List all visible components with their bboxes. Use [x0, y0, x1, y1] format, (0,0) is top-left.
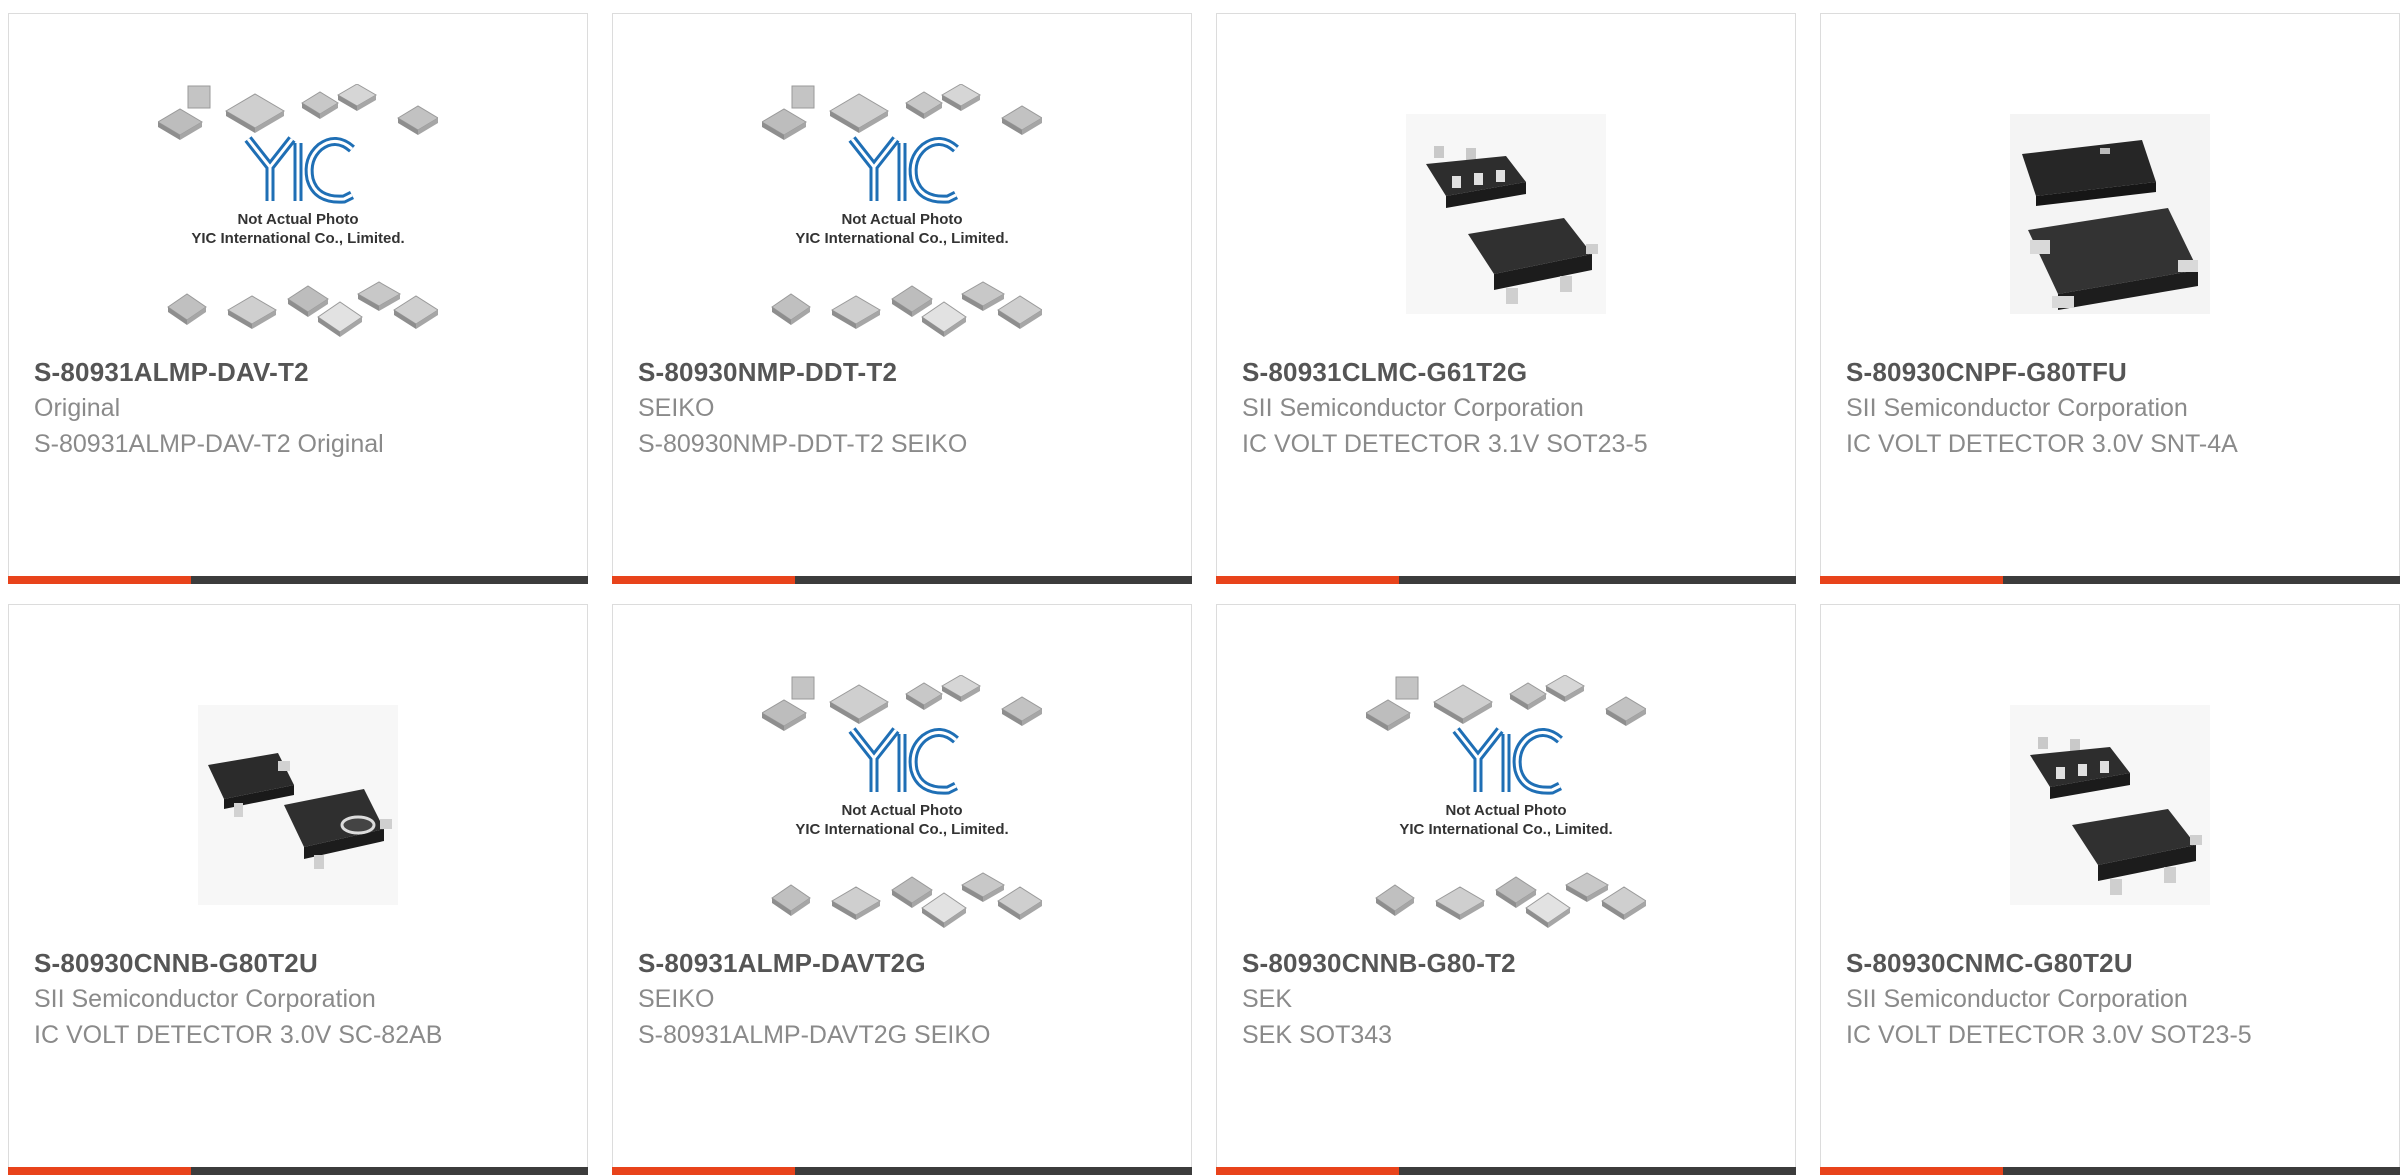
- placeholder-image: Not Actual Photo YIC International Co., …: [762, 84, 1042, 337]
- manufacturer: SII Semiconductor Corporation: [34, 985, 376, 1013]
- description: SEK SOT343: [1242, 1021, 1393, 1049]
- part-number[interactable]: S-80930CNPF-G80TFU: [1846, 354, 2266, 390]
- product-card[interactable]: S-80931CLMC-G61T2G SII Semiconductor Cor…: [1216, 13, 1796, 584]
- product-info: S-80930CNNB-G80-T2 SEK SEK SOT343: [1242, 945, 1662, 1053]
- placeholder-image: Not Actual Photo YIC International Co., …: [158, 84, 438, 337]
- product-card[interactable]: S-80930CNNB-G80T2U SII Semiconductor Cor…: [8, 604, 588, 1175]
- yic-logo-icon: [244, 136, 355, 204]
- product-card[interactable]: Not Actual Photo YIC International Co., …: [1216, 604, 1796, 1175]
- card-accent-bar: [612, 1167, 795, 1175]
- card-bottom-bar: [612, 576, 1192, 584]
- manufacturer: SII Semiconductor Corporation: [1242, 394, 1584, 422]
- placeholder-text-1: Not Actual Photo: [237, 211, 358, 228]
- placeholder-text-1: Not Actual Photo: [1445, 802, 1566, 819]
- sc-82ab-package-image: [198, 705, 398, 905]
- sot23-5-package-image: [1406, 114, 1606, 314]
- product-info: S-80931ALMP-DAVT2G SEIKO S-80931ALMP-DAV…: [638, 945, 1058, 1053]
- card-bottom-bar: [8, 1167, 588, 1175]
- card-accent-bar: [1216, 576, 1399, 584]
- card-bottom-bar: [8, 576, 588, 584]
- manufacturer: SII Semiconductor Corporation: [1846, 394, 2188, 422]
- product-image[interactable]: Not Actual Photo YIC International Co., …: [1217, 665, 1795, 945]
- product-info: S-80930CNNB-G80T2U SII Semiconductor Cor…: [34, 945, 454, 1053]
- placeholder-text-2: YIC International Co., Limited.: [1399, 821, 1612, 838]
- yic-logo-icon: [848, 136, 959, 204]
- product-image[interactable]: Not Actual Photo YIC International Co., …: [613, 74, 1191, 354]
- card-bottom-bar: [612, 1167, 1192, 1175]
- description: IC VOLT DETECTOR 3.0V SC-82AB: [34, 1021, 443, 1049]
- card-accent-bar: [8, 1167, 191, 1175]
- card-bottom-bar: [1820, 1167, 2400, 1175]
- product-image[interactable]: [1821, 74, 2399, 354]
- product-card[interactable]: S-80930CNMC-G80T2U SII Semiconductor Cor…: [1820, 604, 2400, 1175]
- product-info: S-80930CNMC-G80T2U SII Semiconductor Cor…: [1846, 945, 2266, 1053]
- card-bottom-bar: [1820, 576, 2400, 584]
- placeholder-text-2: YIC International Co., Limited.: [795, 230, 1008, 247]
- part-number[interactable]: S-80931ALMP-DAVT2G: [638, 945, 1058, 981]
- part-number[interactable]: S-80931CLMC-G61T2G: [1242, 354, 1662, 390]
- product-image[interactable]: Not Actual Photo YIC International Co., …: [9, 74, 587, 354]
- product-card[interactable]: Not Actual Photo YIC International Co., …: [8, 13, 588, 584]
- description: IC VOLT DETECTOR 3.0V SNT-4A: [1846, 430, 2238, 458]
- placeholder-text-1: Not Actual Photo: [841, 802, 962, 819]
- description: S-80931ALMP-DAVT2G SEIKO: [638, 1021, 991, 1049]
- manufacturer: SII Semiconductor Corporation: [1846, 985, 2188, 1013]
- placeholder-text-2: YIC International Co., Limited.: [191, 230, 404, 247]
- product-info: S-80930NMP-DDT-T2 SEIKO S-80930NMP-DDT-T…: [638, 354, 1058, 462]
- manufacturer: SEIKO: [638, 985, 715, 1013]
- part-number[interactable]: S-80930NMP-DDT-T2: [638, 354, 1058, 390]
- part-number[interactable]: S-80931ALMP-DAV-T2: [34, 354, 454, 390]
- manufacturer: SEIKO: [638, 394, 715, 422]
- part-number[interactable]: S-80930CNNB-G80T2U: [34, 945, 454, 981]
- product-card[interactable]: Not Actual Photo YIC International Co., …: [612, 13, 1192, 584]
- product-card[interactable]: S-80930CNPF-G80TFU SII Semiconductor Cor…: [1820, 13, 2400, 584]
- card-accent-bar: [1820, 576, 2003, 584]
- card-accent-bar: [612, 576, 795, 584]
- product-grid: Not Actual Photo YIC International Co., …: [8, 13, 2400, 1175]
- product-image[interactable]: [9, 665, 587, 945]
- placeholder-text-1: Not Actual Photo: [841, 211, 962, 228]
- yic-logo-icon: [848, 727, 959, 795]
- product-card[interactable]: Not Actual Photo YIC International Co., …: [612, 604, 1192, 1175]
- placeholder-image: Not Actual Photo YIC International Co., …: [1366, 675, 1646, 928]
- description: IC VOLT DETECTOR 3.0V SOT23-5: [1846, 1021, 2252, 1049]
- manufacturer: SEK: [1242, 985, 1293, 1013]
- placeholder-text-2: YIC International Co., Limited.: [795, 821, 1008, 838]
- product-image[interactable]: [1821, 665, 2399, 945]
- product-info: S-80931ALMP-DAV-T2 Original S-80931ALMP-…: [34, 354, 454, 462]
- snt-4a-package-image: [2010, 114, 2210, 314]
- description: S-80931ALMP-DAV-T2 Original: [34, 430, 384, 458]
- product-info: S-80931CLMC-G61T2G SII Semiconductor Cor…: [1242, 354, 1662, 462]
- card-bottom-bar: [1216, 1167, 1796, 1175]
- product-image[interactable]: [1217, 74, 1795, 354]
- sot23-5-package-image: [2010, 705, 2210, 905]
- description: S-80930NMP-DDT-T2 SEIKO: [638, 430, 968, 458]
- yic-logo-icon: [1452, 727, 1563, 795]
- product-image[interactable]: Not Actual Photo YIC International Co., …: [613, 665, 1191, 945]
- part-number[interactable]: S-80930CNMC-G80T2U: [1846, 945, 2266, 981]
- placeholder-image: Not Actual Photo YIC International Co., …: [762, 675, 1042, 928]
- card-bottom-bar: [1216, 576, 1796, 584]
- card-accent-bar: [1820, 1167, 2003, 1175]
- manufacturer: Original: [34, 394, 121, 422]
- card-accent-bar: [1216, 1167, 1399, 1175]
- part-number[interactable]: S-80930CNNB-G80-T2: [1242, 945, 1662, 981]
- description: IC VOLT DETECTOR 3.1V SOT23-5: [1242, 430, 1648, 458]
- card-accent-bar: [8, 576, 191, 584]
- product-info: S-80930CNPF-G80TFU SII Semiconductor Cor…: [1846, 354, 2266, 462]
